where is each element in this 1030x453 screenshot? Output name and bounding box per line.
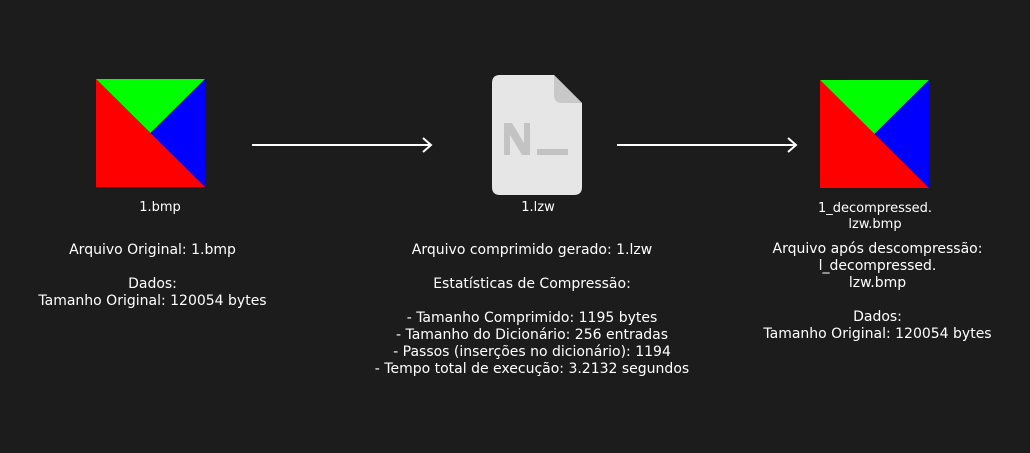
output-info: Arquivo após descompressão: l_decompress… — [745, 241, 1010, 343]
output-info-line: Dados: — [853, 309, 902, 325]
output-image-icon — [820, 80, 929, 188]
output-filename-line: lzw.bmp — [848, 217, 902, 232]
input-info-line: Tamanho Original: 120054 bytes — [38, 293, 267, 309]
compressed-filename: 1.lzw — [521, 200, 555, 215]
compression-info-line — [362, 259, 702, 276]
input-info-line: Arquivo Original: 1.bmp — [69, 242, 236, 258]
file-document-icon — [492, 75, 582, 195]
compression-info: Arquivo comprimido gerado: 1.lzw Estatís… — [362, 242, 702, 378]
output-info-line: Tamanho Original: 120054 bytes — [763, 326, 992, 342]
compression-info-line: - Tempo total de execução: 3.2132 segund… — [374, 361, 690, 377]
output-info-line: l_decompressed. — [818, 258, 937, 274]
compression-info-line — [362, 293, 702, 310]
input-filename: 1.bmp — [139, 200, 181, 215]
arrow-right-icon — [617, 137, 798, 153]
compression-info-line: Estatísticas de Compressão: — [433, 276, 631, 292]
compression-info-line: - Passos (inserções no dicionário): 1194 — [393, 344, 671, 360]
compression-info-line: Arquivo comprimido gerado: 1.lzw — [411, 242, 653, 258]
output-filename: 1_decompressed. lzw.bmp — [805, 201, 945, 233]
compression-info-line: - Tamanho do Dicionário: 256 entradas — [395, 327, 669, 343]
input-info: Arquivo Original: 1.bmp Dados: Tamanho O… — [20, 242, 285, 310]
input-info-line — [20, 259, 285, 276]
arrow-right-icon — [252, 137, 433, 153]
output-info-line: Arquivo após descompressão: — [772, 241, 983, 257]
output-info-line — [745, 292, 1010, 309]
output-filename-line: 1_decompressed. — [817, 201, 933, 216]
compression-info-line: - Tamanho Comprimido: 1195 bytes — [406, 310, 658, 326]
input-info-line: Dados: — [128, 276, 177, 292]
input-image-icon — [96, 79, 205, 187]
output-info-line: lzw.bmp — [848, 275, 907, 291]
